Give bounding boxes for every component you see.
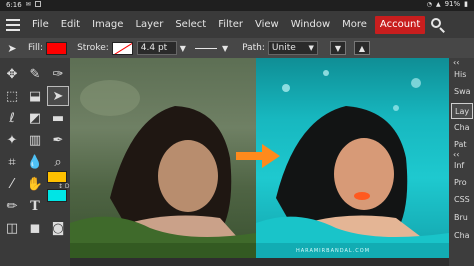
gradient-tool-icon[interactable]: ▥ <box>24 130 46 150</box>
text-tool-icon[interactable]: T <box>24 196 46 216</box>
menu-select[interactable]: Select <box>169 11 212 38</box>
battery-text: 91% <box>444 0 461 8</box>
tab-history[interactable]: His <box>451 67 473 83</box>
tab-brushes[interactable]: Bru <box>451 210 473 226</box>
line-style-dropdown-icon[interactable]: ▼ <box>222 44 228 53</box>
signal-icon: ▲ <box>435 0 441 8</box>
quick-mask-icon[interactable]: ◼ <box>24 218 46 238</box>
status-time: 6:16 <box>6 1 22 9</box>
menu-edit[interactable]: Edit <box>55 11 86 38</box>
options-bar: ➤ Fill: Stroke: 4.4 pt ▼ ▼ Path: Unite ▼… <box>0 38 474 58</box>
stroke-label: Stroke: <box>77 43 109 53</box>
rectangle-tool-icon[interactable]: ▬ <box>47 108 69 128</box>
side-panel: ‹‹ His Swa Lay Cha Pat ‹‹ Inf Pro CSS Br… <box>449 58 474 266</box>
notification-square-icon <box>34 1 41 7</box>
pointer-tool-icon: ➤ <box>7 41 17 55</box>
tab-channels[interactable]: Cha <box>451 120 473 136</box>
notification-icon: ✉ <box>25 1 31 8</box>
horizontal-scrollbar[interactable] <box>70 258 449 266</box>
stamp-tool-icon[interactable]: ⬓ <box>24 86 46 106</box>
tab-properties[interactable]: Pro <box>451 175 473 191</box>
before-photo <box>70 58 256 258</box>
search-icon[interactable] <box>430 17 446 33</box>
menu-layer[interactable]: Layer <box>129 11 169 38</box>
chevron-down-icon: ▼ <box>308 44 314 52</box>
fill-color-swatch[interactable] <box>46 41 68 55</box>
expand-panel-icon[interactable]: ‹‹ <box>453 58 459 67</box>
wand-tool-icon[interactable]: ✦ <box>1 130 23 150</box>
hamburger-menu-icon[interactable] <box>0 11 26 38</box>
after-photo <box>256 58 449 258</box>
arrow-right-icon <box>236 144 280 168</box>
menu-more[interactable]: More <box>336 11 373 38</box>
pen-tool-icon[interactable]: ✒ <box>47 130 69 150</box>
tab-info[interactable]: Inf <box>451 158 473 174</box>
background-color-swatch[interactable] <box>47 189 67 202</box>
document-canvas[interactable]: HARAMIRBANDAL.COM <box>70 58 449 258</box>
tab-layers[interactable]: Lay <box>451 103 473 119</box>
path-label: Path: <box>242 43 265 53</box>
zoom-tool-icon[interactable]: ⌕ <box>47 152 69 172</box>
status-bar: 6:16 ✉ ◔ ▲ 91% ▮ <box>0 0 474 11</box>
mask-tool-icon[interactable]: ◫ <box>1 218 23 238</box>
menu-filter[interactable]: Filter <box>212 11 249 38</box>
hand-tool-icon[interactable]: ✋ <box>24 174 46 194</box>
brush-tool-icon[interactable]: ✎ <box>24 64 46 84</box>
toolbox: ✥ ✎ ✑ ⬚ ⬓ ➤ ℓ ◩ ▬ ✦ ▥ ✒ ⌗ 💧 ⌕ ⁄ ✋ ✏ T ↕ … <box>0 58 70 266</box>
watermark-text: HARAMIRBANDAL.COM <box>296 248 371 254</box>
stroke-width-dropdown-icon[interactable]: ▼ <box>180 44 186 53</box>
tab-css[interactable]: CSS <box>451 192 473 208</box>
stroke-width-field[interactable]: 4.4 pt <box>136 41 177 55</box>
move-down-button[interactable]: ▼ <box>329 41 346 55</box>
tab-swatches[interactable]: Swa <box>451 84 473 100</box>
path-select-tool-icon[interactable]: ➤ <box>47 86 69 106</box>
eraser-tool-icon[interactable]: ◩ <box>24 108 46 128</box>
marquee-tool-icon[interactable]: ⬚ <box>1 86 23 106</box>
camera-tool-icon[interactable]: ◙ <box>47 218 69 238</box>
wifi-icon: ◔ <box>426 0 432 8</box>
menu-bar: File Edit Image Layer Select Filter View… <box>0 11 474 38</box>
move-tool-icon[interactable]: ✥ <box>1 64 23 84</box>
battery-icon: ▮ <box>464 0 468 8</box>
menu-file[interactable]: File <box>26 11 55 38</box>
menu-view[interactable]: View <box>249 11 285 38</box>
stroke-color-swatch[interactable] <box>111 41 133 55</box>
account-button[interactable]: Account <box>374 15 426 34</box>
after-photo-drawing <box>256 70 449 258</box>
path-mode-select[interactable]: Unite ▼ <box>267 41 318 55</box>
crop-tool-icon[interactable]: ⌗ <box>1 152 23 172</box>
menu-image[interactable]: Image <box>86 11 129 38</box>
stroke-width-value: 4.4 pt <box>140 43 168 53</box>
dropper-tool-icon[interactable]: ✑ <box>47 64 69 84</box>
line-style-sample[interactable] <box>194 47 217 49</box>
pencil-tool-icon[interactable]: ✏ <box>1 196 23 216</box>
fill-label: Fill: <box>28 43 44 53</box>
menu-window[interactable]: Window <box>285 11 336 38</box>
lasso-tool-icon[interactable]: ℓ <box>1 108 23 128</box>
eyedropper-tool-icon[interactable]: ⁄ <box>1 174 23 194</box>
blur-tool-icon[interactable]: 💧 <box>24 152 46 172</box>
foreground-color-swatch[interactable] <box>47 171 67 183</box>
before-photo-drawing <box>70 80 256 258</box>
path-mode-value: Unite <box>271 43 296 53</box>
tab-character[interactable]: Cha <box>451 228 473 244</box>
move-up-button[interactable]: ▲ <box>353 41 370 55</box>
